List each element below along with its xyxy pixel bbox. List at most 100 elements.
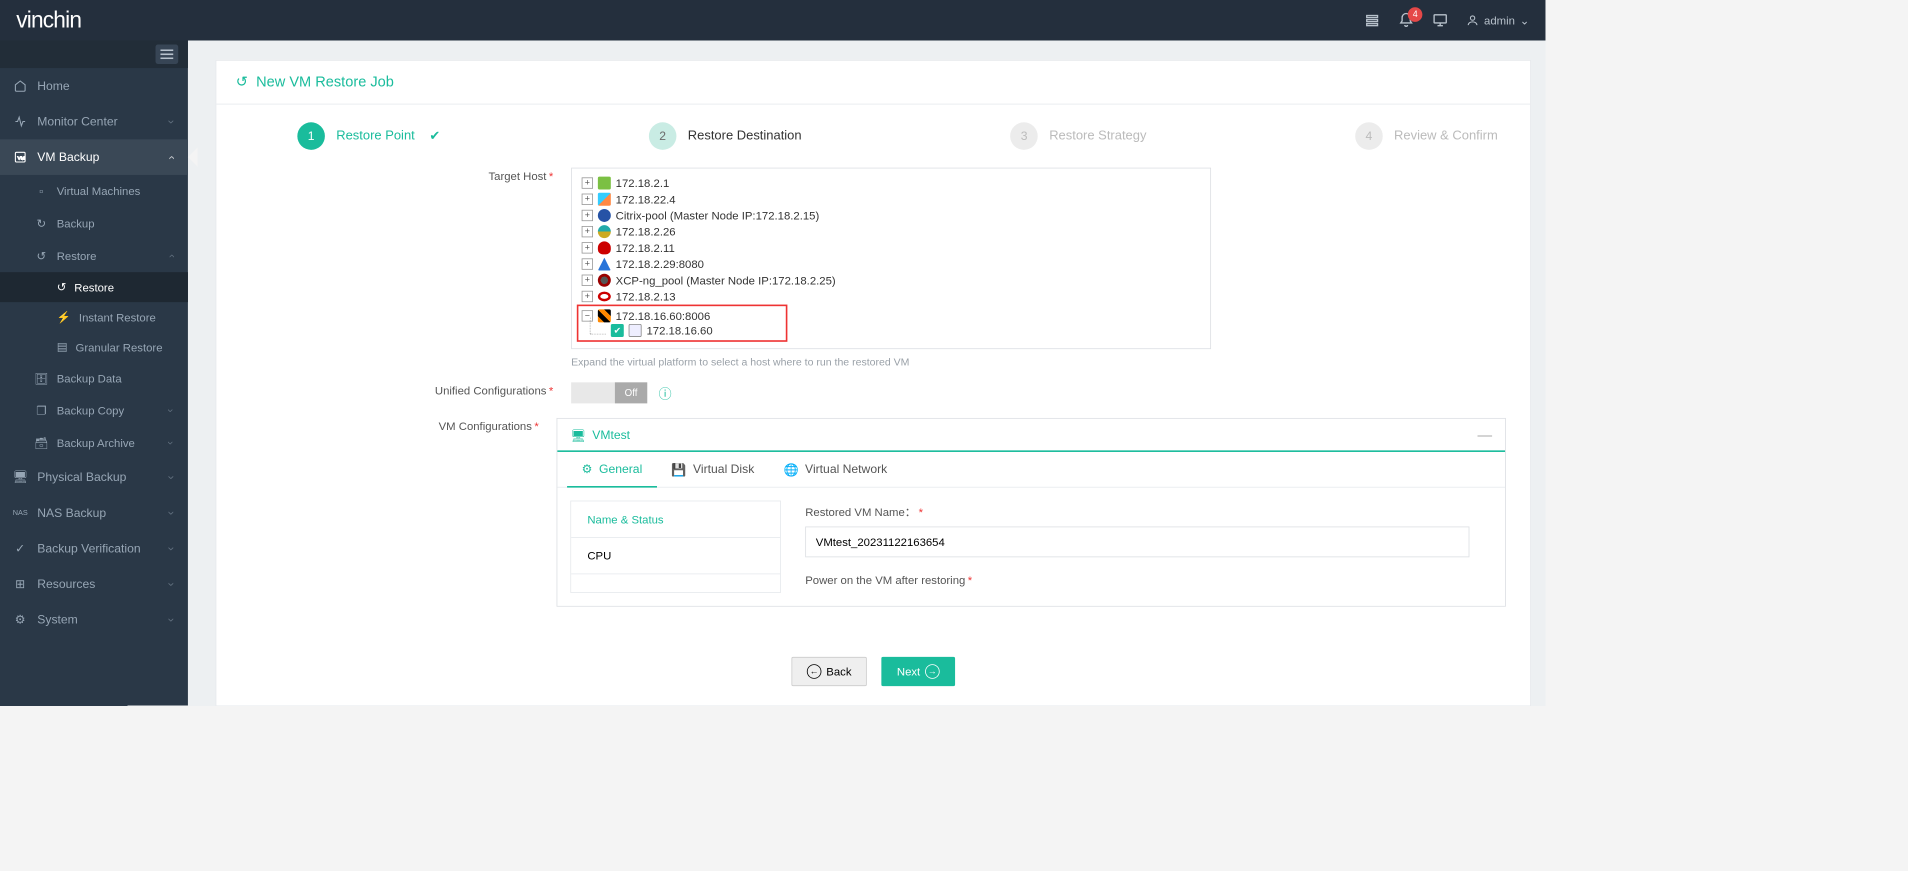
target-host-label: Target Host* (241, 168, 571, 183)
chevron-down-icon: ⌄ (1520, 13, 1530, 27)
tree-child-selected[interactable]: ✔ 172.18.16.60 (582, 324, 780, 337)
collapse-icon[interactable]: — (1477, 427, 1492, 444)
sidebar-item-physical-backup[interactable]: 🖥Physical Backup (0, 459, 188, 495)
unified-config-toggle[interactable]: Off (571, 382, 647, 403)
sidebar-label: Monitor Center (37, 115, 117, 129)
sidebar-label: Home (37, 79, 69, 93)
checkbox-checked-icon[interactable]: ✔ (611, 324, 624, 337)
sidebar-item-backup-verification[interactable]: ✓ Backup Verification (0, 531, 188, 567)
sidebar-item-resources[interactable]: ⊞Resources (0, 566, 188, 602)
tree-node-expanded[interactable]: −172.18.16.60:8006 (582, 308, 780, 324)
collapse-icon[interactable]: − (582, 310, 593, 321)
step-1[interactable]: 1 Restore Point ✔ (297, 122, 440, 150)
restore-sub-icon: ↺ (57, 280, 67, 294)
resources-icon: ⊞ (13, 577, 28, 592)
button-label: Next (897, 665, 920, 678)
expand-icon[interactable]: + (582, 194, 593, 205)
tree-label: 172.18.22.4 (616, 193, 676, 206)
sidebar-item-vm-backup[interactable]: VM VM Backup (0, 139, 188, 175)
sidebar-sub-restore[interactable]: ↺Restore› (0, 240, 188, 272)
check-icon: ✔ (429, 128, 440, 144)
menu-toggle-row (0, 41, 188, 69)
expand-icon[interactable]: + (582, 275, 593, 286)
step-label: Review & Confirm (1394, 129, 1498, 144)
verify-icon: ✓ (13, 541, 28, 556)
tree-node[interactable]: +172.18.2.1 (582, 175, 1201, 191)
sidebar-sub-backup-archive[interactable]: 🗃Backup Archive› (0, 427, 188, 459)
info-icon[interactable]: ⓘ (659, 383, 672, 402)
monitor-center-icon (13, 114, 28, 129)
sidebar-label: Restore (74, 281, 114, 294)
target-host-tree[interactable]: +172.18.2.1 +172.18.22.4 +Citrix-pool (M… (571, 168, 1211, 349)
sidebar-sub-backup-copy[interactable]: ❐Backup Copy› (0, 394, 188, 426)
gear-icon: ⚙ (13, 612, 28, 627)
sidebar: Home Monitor Center VM VM Backup ▫Virtua… (0, 41, 188, 706)
list-icon[interactable] (1364, 12, 1380, 28)
sidebar-sub-backup-data[interactable]: 🗄Backup Data (0, 362, 188, 394)
selected-host-box: −172.18.16.60:8006 ✔ 172.18.16.60 (577, 305, 788, 342)
next-button[interactable]: Next → (881, 657, 955, 686)
tree-node[interactable]: +Citrix-pool (Master Node IP:172.18.2.15… (582, 207, 1201, 223)
expand-icon[interactable]: + (582, 242, 593, 253)
expand-icon[interactable]: + (582, 210, 593, 221)
arrow-left-icon: ← (807, 664, 822, 679)
tree-node[interactable]: +172.18.2.11 (582, 240, 1201, 256)
sidebar-sub2-granular-restore[interactable]: ▤ Granular Restore (0, 332, 188, 362)
step-2[interactable]: 2 Restore Destination (649, 122, 802, 150)
user-menu[interactable]: admin ⌄ (1466, 13, 1529, 27)
network-icon: 🌐 (783, 462, 798, 477)
monitor-icon[interactable] (1432, 12, 1448, 28)
back-button[interactable]: ← Back (791, 657, 866, 686)
wizard-steps: 1 Restore Point ✔ 2 Restore Destination … (216, 104, 1530, 167)
sidebar-label: Instant Restore (79, 311, 156, 324)
sidebar-sub-backup[interactable]: ↻Backup (0, 207, 188, 239)
step-label: Restore Point (336, 129, 415, 144)
step-number: 4 (1355, 122, 1383, 150)
sliders-icon: ⚙ (582, 462, 593, 477)
disk-icon: 💾 (671, 462, 686, 477)
tab-virtual-disk[interactable]: 💾Virtual Disk (657, 452, 769, 487)
expand-icon[interactable]: + (582, 226, 593, 237)
granular-restore-icon: ▤ (57, 340, 68, 354)
sidebar-sub-virtual-machines[interactable]: ▫Virtual Machines (0, 175, 188, 207)
notification-badge: 4 (1408, 7, 1423, 22)
tree-node[interactable]: +172.18.2.13 (582, 288, 1201, 304)
restored-vm-name-input[interactable] (805, 527, 1469, 558)
sidebar-item-system[interactable]: ⚙System (0, 602, 188, 638)
tree-node[interactable]: +172.18.2.26 (582, 224, 1201, 240)
sidebar-label: Backup Verification (37, 541, 140, 555)
tree-node[interactable]: +172.18.22.4 (582, 191, 1201, 207)
step-number: 1 (297, 122, 325, 150)
topbar: vinchin 4 admin ⌄ (0, 0, 1545, 41)
sidebar-sub2-restore[interactable]: ↺ Restore (0, 272, 188, 302)
sidebar-label: Backup Copy (57, 404, 124, 417)
sidebar-label: Granular Restore (76, 341, 163, 354)
tree-node[interactable]: +XCP-ng_pool (Master Node IP:172.18.2.25… (582, 272, 1201, 288)
expand-icon[interactable]: + (582, 291, 593, 302)
vm-list-icon: ▫ (34, 184, 49, 199)
arrow-right-icon: → (925, 664, 940, 679)
tree-node[interactable]: +172.18.2.29:8080 (582, 256, 1201, 272)
tree-label: 172.18.2.11 (616, 241, 675, 254)
left-tab-cpu[interactable]: CPU (571, 538, 780, 574)
tab-virtual-network[interactable]: 🌐Virtual Network (769, 452, 902, 487)
svg-text:VM: VM (18, 155, 25, 161)
sidebar-label: Restore (57, 249, 97, 262)
sangfor-icon (598, 225, 611, 238)
tree-label: 172.18.2.13 (616, 290, 676, 303)
proxmox-icon (598, 309, 611, 322)
sidebar-item-home[interactable]: Home (0, 68, 188, 104)
expand-icon[interactable]: + (582, 258, 593, 269)
sidebar-item-nas-backup[interactable]: NASNAS Backup (0, 495, 188, 531)
logo: vinchin (16, 7, 81, 33)
host-icon (629, 324, 642, 337)
expand-icon[interactable]: + (582, 177, 593, 188)
restored-vm-name-label: Restored VM Name：* (805, 504, 1492, 520)
bell-icon[interactable]: 4 (1398, 12, 1414, 28)
sidebar-item-monitor[interactable]: Monitor Center (0, 104, 188, 140)
left-tab-name-status[interactable]: Name & Status (571, 501, 780, 537)
hamburger-icon[interactable] (156, 45, 179, 64)
vm-tabs: ⚙General 💾Virtual Disk 🌐Virtual Network (557, 452, 1505, 488)
sidebar-sub2-instant-restore[interactable]: ⚡Instant Restore (0, 302, 188, 332)
tab-general[interactable]: ⚙General (567, 452, 657, 488)
